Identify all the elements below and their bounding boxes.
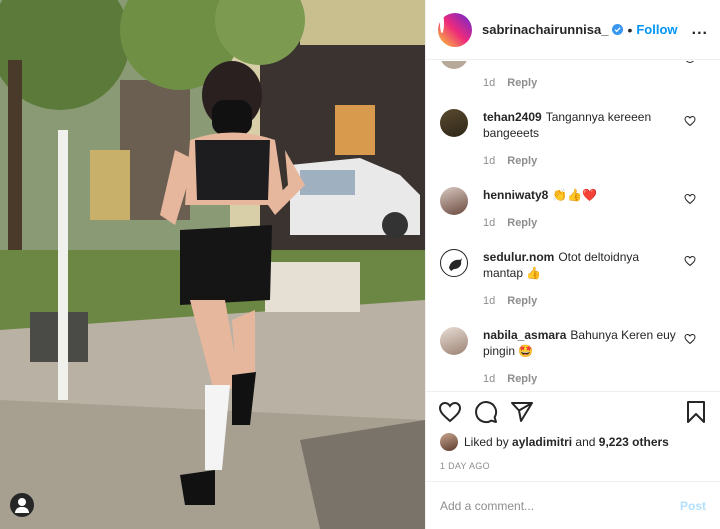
commenter-username[interactable]: henniwaty8 [483,188,548,202]
comment-bubble-icon[interactable] [474,400,498,424]
raven-logo-icon [449,258,462,271]
commenter-username[interactable]: nabila_asmara [483,328,566,342]
comment-meta-partial: 1d Reply [483,77,537,89]
heart-icon[interactable] [684,255,696,267]
post-header: sabrinachairunnisa_ • Follow ... [426,0,720,60]
commenter-avatar[interactable] [440,327,468,355]
like-heart-icon[interactable] [438,400,462,424]
heart-icon[interactable] [685,61,695,63]
comment-time: 1d [483,295,496,307]
post-photo[interactable] [0,0,425,529]
user-tag-icon[interactable] [10,493,34,517]
post-actions [438,400,708,428]
likes-prefix: Liked by [464,435,509,449]
likes-summary: Liked by ayladimitri and 9,223 others [440,433,669,451]
post-comment-button[interactable]: Post [680,499,706,513]
reply-button[interactable]: Reply [507,155,537,167]
post-image [0,0,425,529]
post-panel: sabrinachairunnisa_ • Follow ... 1d Reply… [425,0,720,529]
comment-item: tehan2409 Tangannya kereeen bangeeets 1d R… [440,109,708,169]
author-avatar[interactable] [438,12,472,47]
reply-button[interactable]: Reply [507,373,537,385]
heart-icon[interactable] [684,193,696,205]
save-bookmark-icon[interactable] [684,400,708,424]
commenter-username[interactable]: sedulur.nom [483,250,554,264]
commenter-avatar[interactable] [440,109,468,137]
commenter-avatar[interactable] [440,187,468,215]
heart-icon[interactable] [684,115,696,127]
reply-button[interactable]: Reply [507,295,537,307]
likes-joiner: and [575,435,596,449]
author-username[interactable]: sabrinachairunnisa_ [482,22,608,37]
add-comment-bar: Post [426,481,720,529]
comment-item: nabila_asmara Bahunya Keren euy pingin 🤩 … [440,327,708,387]
liker-avatar[interactable] [440,433,458,451]
comment-avatar-partial [440,61,468,69]
reply-button[interactable]: Reply [507,217,537,229]
comment-item: henniwaty8 👏👍❤️ 1d Reply [440,187,708,231]
comments-list[interactable]: 1d Reply tehan2409 Tangannya kereeen bange… [426,61,720,392]
comment-input[interactable] [440,498,680,513]
reply-button[interactable]: Reply [507,77,537,89]
header-separator: • [627,21,633,38]
likes-count[interactable]: 9,223 others [599,435,669,449]
heart-icon[interactable] [684,333,696,345]
verified-badge-icon [612,24,624,35]
comment-time: 1d [483,77,496,89]
comment-time: 1d [483,217,496,229]
comment-time: 1d [483,373,496,385]
share-icon[interactable] [510,400,534,424]
commenter-avatar[interactable] [440,249,468,277]
comment-time: 1d [483,155,496,167]
comment-text: 👏👍❤️ [552,188,598,202]
follow-button[interactable]: Follow [636,22,677,37]
liker-username[interactable]: ayladimitri [512,435,572,449]
post-date[interactable]: 1 DAY AGO [440,461,490,471]
commenter-username[interactable]: tehan2409 [483,110,542,124]
more-options-button[interactable]: ... [692,21,708,39]
comment-item: sedulur.nom Otot deltoidnya mantap 👍 1d Re… [440,249,708,309]
